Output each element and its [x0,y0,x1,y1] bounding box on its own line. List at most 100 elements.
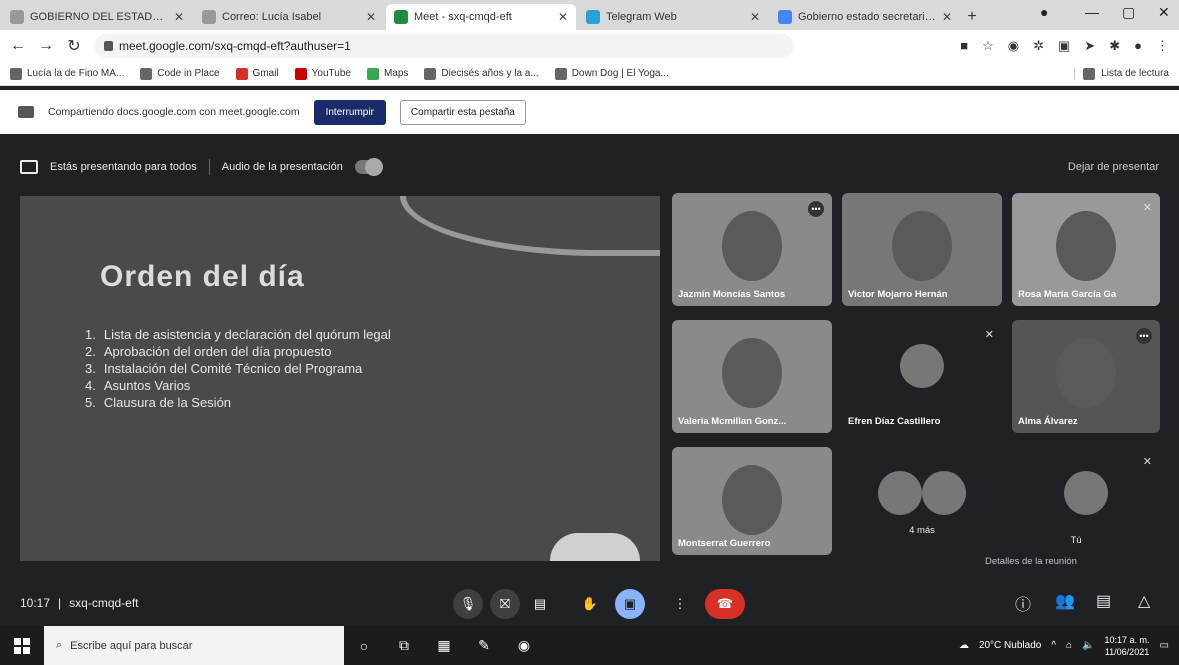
bookmark-item[interactable]: Diecisés años y la a... [424,67,539,80]
youtube-icon [294,67,307,80]
bookmark-icon [554,67,567,80]
mic-button[interactable]: 🎙 [453,589,483,619]
close-icon[interactable]: ✕ [942,10,952,24]
browser-tab[interactable]: Correo: Lucía Isabel ✕ [194,4,384,30]
bookmark-item[interactable]: Maps [366,67,408,80]
bookmark-item[interactable]: Down Dog | El Yoga... [554,67,669,80]
clock[interactable]: 10:17 a. m. 11/06/2021 [1105,634,1150,658]
profile-icon[interactable]: ● [1040,4,1048,20]
window-close-button[interactable]: ✕ [1158,4,1170,21]
chrome-icon[interactable]: ◉ [504,637,544,654]
close-icon[interactable]: ✕ [366,10,376,24]
search-icon: ⌕ [56,639,63,651]
maximize-button[interactable]: ▢ [1122,4,1135,21]
bookmark-item[interactable]: Gmail [235,67,279,80]
presentation-slide: Orden del día 1. Lista de asistencia y de… [20,196,660,561]
people-icon[interactable]: 👥 [1055,591,1075,611]
meeting-controls: 10:17 | sxq-cmqd-eft 🎙 ⛝ ▤ ✋ ▣ ⋮ ☎ ⓘ 👥 ▤… [0,583,1179,623]
bookmark-icon [140,67,153,80]
self-tile[interactable]: ✕ Tú [1012,447,1160,555]
stop-presenting-button[interactable]: Dejar de presentar [1068,161,1159,173]
more-options-icon[interactable]: ••• [808,201,824,217]
list-item: 4. Asuntos Varios [85,378,191,393]
agenda-list: 1. Lista de asistencia y declaración del … [85,326,391,411]
task-view-icon[interactable]: ⧉ [384,637,424,654]
bookmarks-bar: Lucía la de Fino MA... Code in Place Gma… [0,62,1179,86]
taskbar-search[interactable]: ⌕ Escribe aquí para buscar [44,626,344,665]
favicon-icon [10,10,24,24]
presentation-bar: Estás presentando para todos Audio de la… [20,155,1159,179]
bookmark-item[interactable]: Code in Place [140,67,220,80]
puzzle-icon[interactable]: ✱ [1109,38,1120,54]
participant-tile[interactable]: ✕ Efren Díaz Castillero [842,320,1002,433]
bookmark-item[interactable]: Lucía la de Fino MA... [10,67,124,80]
network-icon[interactable]: ⌂ [1066,640,1072,651]
bookmark-icon [424,67,437,80]
cortana-icon[interactable]: ○ [344,638,384,654]
google-favicon-icon [778,10,792,24]
raise-hand-button[interactable]: ✋ [575,589,605,619]
camera-icon[interactable]: ■ [960,38,968,54]
share-icon [18,106,34,118]
maps-icon [366,67,379,80]
meeting-info: 10:17 | sxq-cmqd-eft [20,596,139,610]
star-icon[interactable]: ☆ [982,38,994,54]
captions-button[interactable]: ▤ [525,589,555,619]
back-icon[interactable]: ← [10,37,26,55]
slide-title: Orden del día [100,260,305,293]
share-this-tab-button[interactable]: Compartir esta pestaña [399,99,526,125]
participant-tile[interactable]: ••• Alma Álvarez [1012,320,1160,433]
participant-tile[interactable]: ✕ Rosa María García Ga [1012,193,1160,306]
extension-icon[interactable]: ◉ [1008,38,1019,54]
info-icon[interactable]: ⓘ [1015,591,1031,615]
new-tab-button[interactable]: + [960,4,984,30]
participant-tile[interactable]: Montserrat Guerrero [672,447,832,555]
stop-sharing-button[interactable]: Interrumpir [313,99,386,125]
browser-tab[interactable]: Gobierno estado secretaria de ✕ [770,4,960,30]
avatar [922,471,967,515]
chat-icon[interactable]: ▤ [1096,591,1111,611]
participant-tile[interactable]: Valeria Mcmillan Gonz... [672,320,832,433]
hang-up-button[interactable]: ☎ [705,589,745,619]
url-input[interactable]: meet.google.com/sxq-cmqd-eft?authuser=1 [94,34,794,58]
browser-tab-active[interactable]: Meet - sxq-cmqd-eft ✕ [386,4,576,30]
list-item: 1. Lista de asistencia y declaración del … [85,327,391,342]
address-bar: ← → ↻ meet.google.com/sxq-cmqd-eft?authu… [0,30,1179,62]
reading-list[interactable]: Lista de lectura [1074,67,1169,80]
close-icon[interactable]: ✕ [558,10,568,24]
start-button[interactable] [0,637,44,654]
reload-icon[interactable]: ↻ [66,36,82,56]
list-item: 3. Instalación del Comité Técnico del Pro… [85,361,363,376]
participant-tile[interactable]: ••• Jazmín Moncías Santos [672,193,832,306]
forward-icon[interactable]: → [38,37,54,55]
extension-icon[interactable]: ✲ [1033,38,1044,54]
present-button[interactable]: ▣ [615,589,645,619]
more-participants-tile[interactable]: 4 más [842,447,1002,555]
more-options-button[interactable]: ⋮ [665,589,695,619]
chevron-up-icon[interactable]: ^ [1051,640,1056,651]
extension-icon[interactable]: ▣ [1058,38,1070,54]
minimize-button[interactable]: — [1085,4,1099,20]
volume-icon[interactable]: 🔈 [1082,640,1094,651]
participant-video [1056,338,1116,408]
audio-level-icon: ••• [1136,328,1152,344]
camera-button[interactable]: ⛝ [490,589,520,619]
menu-icon[interactable]: ⋮ [1156,38,1169,54]
notifications-icon[interactable]: ▭ [1160,640,1169,651]
close-icon[interactable]: ✕ [174,10,184,24]
participant-tile[interactable]: Victor Mojarro Hernán [842,193,1002,306]
close-icon[interactable]: ✕ [750,10,760,24]
audio-toggle[interactable] [354,158,383,176]
activities-icon[interactable]: △ [1138,591,1150,611]
weather-text[interactable]: 20°C Nublado [979,640,1041,651]
app-icon[interactable]: ▦ [424,637,464,654]
favicon-icon [202,10,216,24]
audio-label: Audio de la presentación [221,161,343,173]
browser-tab[interactable]: GOBIERNO DEL ESTADO DE ✕ [2,4,192,30]
avatar[interactable]: ● [1134,38,1142,54]
bookmark-item[interactable]: YouTube [294,67,351,80]
meeting-details-label[interactable]: Detalles de la reunión [985,556,1077,567]
app-icon[interactable]: ✎ [464,637,504,654]
extension-icon[interactable]: ➤ [1084,38,1095,54]
browser-tab[interactable]: Telegram Web ✕ [578,4,768,30]
